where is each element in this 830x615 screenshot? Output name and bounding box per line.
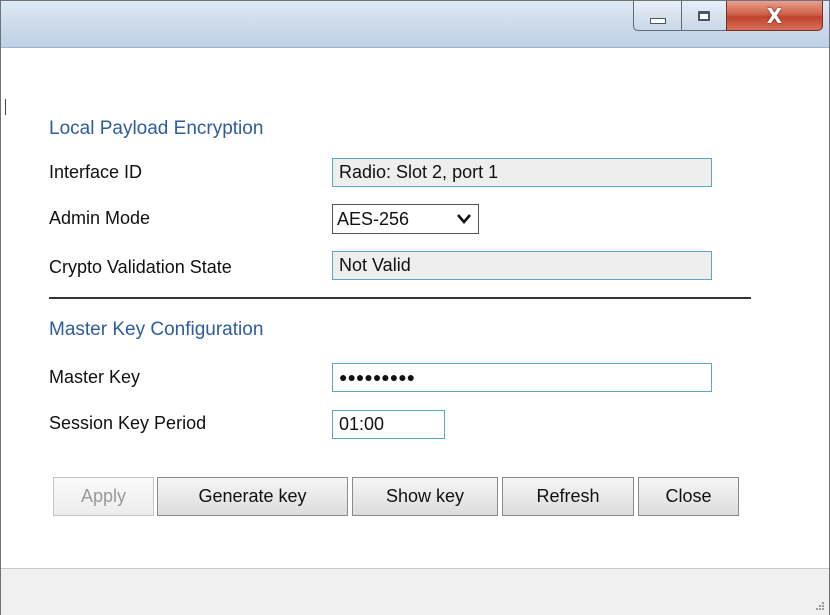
dialog-window: X Local Payload Encryption Interface ID … [0,0,830,615]
crypto-state-label: Crypto Validation State [49,257,232,277]
close-icon: X [766,3,783,28]
interface-id-label: Interface ID [49,162,143,182]
maximize-button[interactable] [681,1,727,31]
apply-button[interactable]: Apply [53,477,154,516]
admin-mode-value: AES-256 [337,209,410,229]
status-bar [1,568,829,615]
session-period-input[interactable]: 01:00 [332,410,445,439]
section-title-master-key: Master Key Configuration [49,319,264,340]
window-close-button[interactable]: X [726,1,823,31]
minimize-button[interactable] [633,1,682,31]
session-period-label: Session Key Period [49,413,207,433]
master-key-label: Master Key [49,367,141,387]
admin-mode-select[interactable]: AES-256 [332,204,479,234]
resize-grip-icon[interactable] [815,601,825,611]
close-button[interactable]: Close [638,477,739,516]
edge-marker [5,99,6,115]
section-title-encryption: Local Payload Encryption [49,118,264,139]
generate-key-button[interactable]: Generate key [157,477,348,516]
admin-mode-label: Admin Mode [49,208,151,228]
refresh-button[interactable]: Refresh [502,477,634,516]
interface-id-field: Radio: Slot 2, port 1 [332,158,712,187]
maximize-icon [698,10,710,21]
show-key-button[interactable]: Show key [352,477,498,516]
minimize-icon [649,17,666,24]
master-key-input[interactable]: ●●●●●●●●● [332,363,712,392]
chevron-down-icon [457,214,471,224]
crypto-state-field: Not Valid [332,251,712,280]
title-bar[interactable]: X [1,1,829,48]
section-divider [49,297,751,299]
window-controls: X [633,1,823,33]
